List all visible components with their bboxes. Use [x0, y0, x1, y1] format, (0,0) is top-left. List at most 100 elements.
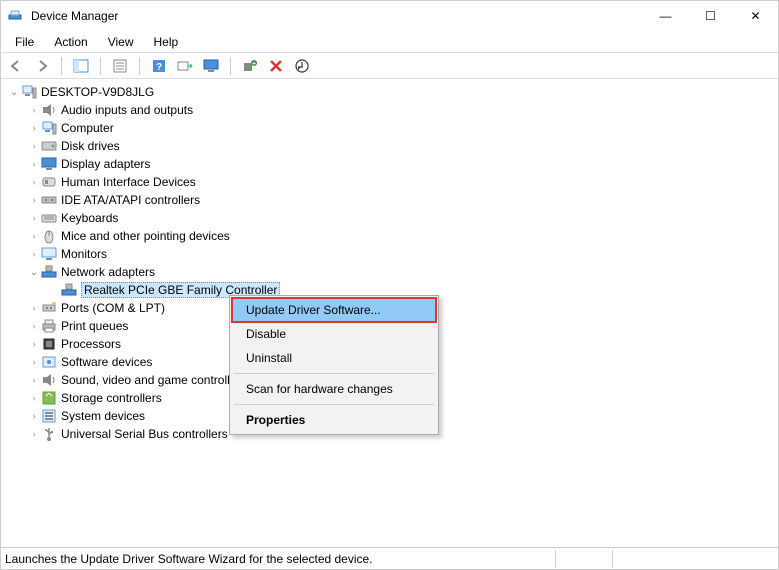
computer-root-icon — [21, 84, 37, 100]
tree-item-label: Keyboards — [61, 211, 118, 225]
help-icon[interactable]: ? — [148, 55, 170, 77]
tree-item[interactable]: ›Disk drives — [1, 137, 778, 155]
chevron-icon[interactable]: › — [27, 429, 41, 440]
menu-view[interactable]: View — [100, 33, 142, 51]
back-button[interactable] — [5, 55, 27, 77]
tree-item[interactable]: ⌄DESKTOP-V9D8JLG — [1, 83, 778, 101]
display-icon — [41, 156, 57, 172]
tree-item[interactable]: › Display adapters — [1, 155, 778, 173]
tree-item[interactable]: › Keyboards — [1, 209, 778, 227]
minimize-button[interactable]: — — [643, 2, 688, 30]
usb-icon — [41, 426, 57, 442]
titlebar: Device Manager — ☐ ✕ — [1, 1, 778, 31]
chevron-icon[interactable]: › — [27, 393, 41, 404]
context-menu-item[interactable]: Disable — [232, 322, 436, 346]
chevron-icon[interactable]: › — [27, 357, 41, 368]
tree-item-label: Monitors — [61, 247, 107, 261]
tree-item-label: Network adapters — [61, 265, 155, 279]
toolbar: ? + — [1, 53, 778, 79]
chevron-icon[interactable]: › — [27, 123, 41, 134]
chevron-icon[interactable] — [47, 285, 61, 296]
chevron-icon[interactable]: › — [27, 231, 41, 242]
tree-item[interactable]: ›Mice and other pointing devices — [1, 227, 778, 245]
chevron-icon[interactable]: › — [27, 213, 41, 224]
chevron-icon[interactable]: › — [27, 177, 41, 188]
tree-item-label: Processors — [61, 337, 121, 351]
chevron-icon[interactable]: ⌄ — [7, 87, 21, 98]
add-hardware-icon[interactable]: + — [239, 55, 261, 77]
toolbar-separator — [100, 57, 101, 75]
tree-item[interactable]: ›Human Interface Devices — [1, 173, 778, 191]
network-icon — [61, 282, 77, 298]
chevron-icon[interactable]: ⌄ — [27, 267, 41, 278]
svg-text:+: + — [252, 59, 257, 68]
chevron-icon[interactable]: › — [27, 141, 41, 152]
ide-icon — [41, 192, 57, 208]
network-icon — [41, 264, 57, 280]
storage-icon — [41, 390, 57, 406]
menu-help[interactable]: Help — [146, 33, 187, 51]
chevron-icon[interactable]: › — [27, 195, 41, 206]
chevron-icon[interactable]: › — [27, 249, 41, 260]
statusbar: Launches the Update Driver Software Wiza… — [1, 547, 778, 569]
update-icon[interactable] — [291, 55, 313, 77]
window-controls: — ☐ ✕ — [643, 2, 778, 30]
tree-item-label: Audio inputs and outputs — [61, 103, 193, 117]
menu-file[interactable]: File — [7, 33, 42, 51]
tree-item[interactable]: ⌄ Network adapters — [1, 263, 778, 281]
system-icon — [41, 408, 57, 424]
action-icon[interactable] — [174, 55, 196, 77]
chevron-icon[interactable]: › — [27, 411, 41, 422]
context-menu-item[interactable]: Properties — [232, 408, 436, 432]
tree-item-label: System devices — [61, 409, 145, 423]
tree-item-label: Ports (COM & LPT) — [61, 301, 165, 315]
tree-item-label: IDE ATA/ATAPI controllers — [61, 193, 200, 207]
show-hide-console-tree-icon[interactable] — [70, 55, 92, 77]
maximize-button[interactable]: ☐ — [688, 2, 733, 30]
hid-icon — [41, 174, 57, 190]
context-menu-separator — [234, 373, 434, 374]
disk-icon — [41, 138, 57, 154]
chevron-icon[interactable]: › — [27, 321, 41, 332]
printer-icon — [41, 318, 57, 334]
tree-item[interactable]: › Audio inputs and outputs — [1, 101, 778, 119]
context-menu-item[interactable]: Update Driver Software... — [232, 298, 436, 322]
keyboard-icon — [41, 210, 57, 226]
forward-button[interactable] — [31, 55, 53, 77]
monitor-icon — [41, 246, 57, 262]
tree-item-label: Storage controllers — [61, 391, 162, 405]
close-button[interactable]: ✕ — [733, 2, 778, 30]
sound-icon — [41, 372, 57, 388]
menubar: File Action View Help — [1, 31, 778, 53]
context-menu-item[interactable]: Uninstall — [232, 346, 436, 370]
tree-item-label: Universal Serial Bus controllers — [61, 427, 228, 441]
chevron-icon[interactable]: › — [27, 303, 41, 314]
tree-item-label: Display adapters — [61, 157, 150, 171]
properties-icon[interactable] — [109, 55, 131, 77]
mouse-icon — [41, 228, 57, 244]
toolbar-separator — [230, 57, 231, 75]
port-icon — [41, 300, 57, 316]
status-separator — [555, 550, 556, 568]
software-icon — [41, 354, 57, 370]
chevron-icon[interactable]: › — [27, 339, 41, 350]
chevron-icon[interactable]: › — [27, 375, 41, 386]
svg-text:?: ? — [156, 62, 162, 73]
tree-item-label: Print queues — [61, 319, 128, 333]
app-icon — [7, 8, 23, 24]
chevron-icon[interactable]: › — [27, 159, 41, 170]
uninstall-icon[interactable] — [265, 55, 287, 77]
context-menu-item[interactable]: Scan for hardware changes — [232, 377, 436, 401]
context-menu-separator — [234, 404, 434, 405]
menu-action[interactable]: Action — [46, 33, 95, 51]
tree-item-label: Software devices — [61, 355, 152, 369]
monitor-icon[interactable] — [200, 55, 222, 77]
tree-item[interactable]: ›Computer — [1, 119, 778, 137]
speaker-icon — [41, 102, 57, 118]
tree-item[interactable]: › IDE ATA/ATAPI controllers — [1, 191, 778, 209]
chevron-icon[interactable]: › — [27, 105, 41, 116]
toolbar-separator — [61, 57, 62, 75]
toolbar-separator — [139, 57, 140, 75]
cpu-icon — [41, 336, 57, 352]
tree-item[interactable]: › Monitors — [1, 245, 778, 263]
